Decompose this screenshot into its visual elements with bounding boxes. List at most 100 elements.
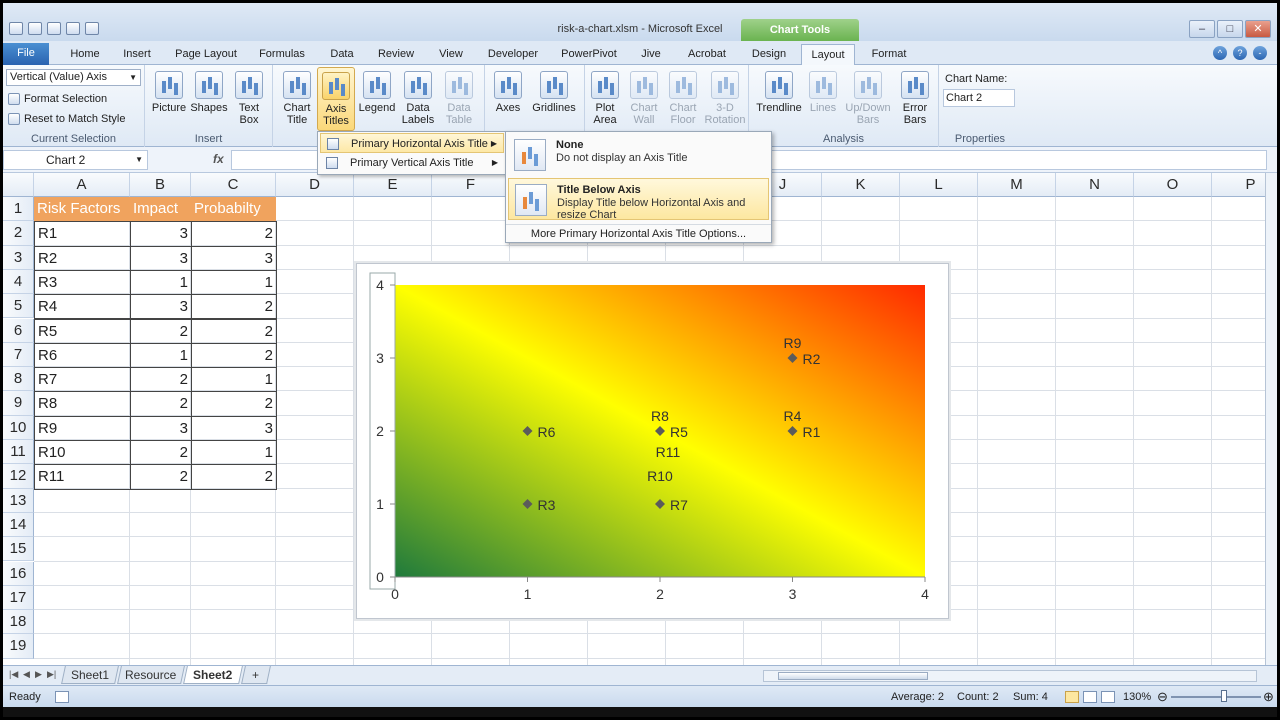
zoom-slider[interactable] — [1171, 696, 1261, 698]
sheet-tab-resource[interactable]: Resource — [117, 666, 185, 684]
table-cell[interactable]: R4 — [34, 294, 131, 320]
column-header[interactable]: A — [34, 173, 130, 197]
chart-wall-button[interactable]: Chart Wall — [625, 71, 663, 126]
x-tick-label[interactable]: 1 — [524, 586, 532, 602]
vertical-scrollbar[interactable] — [1265, 173, 1277, 665]
zoom-in-icon[interactable]: ⊕ — [1263, 689, 1274, 705]
chart-floor-button[interactable]: Chart Floor — [663, 71, 703, 126]
column-header[interactable]: O — [1134, 173, 1212, 197]
column-header[interactable]: B — [130, 173, 191, 197]
table-cell[interactable]: 2 — [130, 367, 192, 393]
table-cell[interactable]: 1 — [130, 269, 192, 296]
more-axis-title-options[interactable]: More Primary Horizontal Axis Title Optio… — [506, 224, 771, 242]
table-cell[interactable]: 1 — [191, 440, 277, 466]
menu-primary-vertical-axis-title[interactable]: Primary Vertical Axis Title ▶ — [320, 153, 504, 173]
data-labels-button[interactable]: Data Labels — [397, 71, 439, 126]
row-header[interactable]: 1 — [3, 197, 34, 222]
row-header[interactable]: 9 — [3, 391, 34, 416]
table-cell[interactable]: 2 — [191, 342, 277, 369]
table-cell[interactable]: 2 — [191, 318, 277, 344]
y-tick-label[interactable]: 0 — [376, 569, 384, 585]
table-cell[interactable]: R5 — [34, 318, 131, 344]
row-header[interactable]: 11 — [3, 440, 34, 465]
row-header[interactable]: 8 — [3, 367, 34, 392]
table-header-cell[interactable]: Probabilty — [191, 197, 276, 221]
gridlines-button[interactable]: Gridlines — [527, 71, 581, 114]
zoom-out-icon[interactable]: ⊖ — [1157, 689, 1168, 705]
row-header[interactable]: 10 — [3, 415, 34, 440]
sheet-tab-sheet1[interactable]: Sheet1 — [61, 666, 119, 684]
tab-acrobat[interactable]: Acrobat — [681, 44, 733, 65]
maximize-button[interactable]: □ — [1217, 20, 1243, 38]
y-tick-label[interactable]: 2 — [376, 423, 384, 439]
close-button[interactable]: ✕ — [1245, 20, 1271, 38]
format-selection-button[interactable]: Format Selection — [8, 91, 107, 107]
plot-area-button[interactable]: Plot Area — [585, 71, 625, 126]
row-header[interactable]: 17 — [3, 585, 34, 611]
tab-view[interactable]: View — [433, 44, 469, 65]
text-box-button[interactable]: Text Box — [233, 71, 265, 126]
table-cell[interactable]: 2 — [191, 294, 277, 320]
table-cell[interactable]: R7 — [34, 367, 131, 393]
picture-button[interactable]: Picture — [151, 71, 187, 114]
tab-powerpivot[interactable]: PowerPivot — [557, 44, 621, 65]
macro-record-icon[interactable] — [55, 691, 69, 703]
row-header[interactable]: 3 — [3, 245, 34, 270]
minimize-ribbon-icon[interactable]: ^ — [1213, 46, 1227, 60]
table-cell[interactable]: R8 — [34, 391, 131, 417]
data-label[interactable]: R3 — [538, 497, 556, 513]
x-tick-label[interactable]: 4 — [921, 586, 929, 602]
option-title-below-axis[interactable]: Title Below Axis Display Title below Hor… — [508, 178, 769, 221]
tab-insert[interactable]: Insert — [117, 44, 157, 65]
row-header[interactable]: 16 — [3, 561, 34, 586]
chart-title-button[interactable]: Chart Title — [277, 71, 317, 126]
page-break-view-icon[interactable] — [1101, 691, 1115, 703]
error-bars-button[interactable]: Error Bars — [895, 71, 935, 126]
table-cell[interactable]: 1 — [191, 367, 277, 393]
row-header[interactable]: 5 — [3, 294, 34, 319]
table-cell[interactable]: 2 — [130, 318, 192, 344]
table-cell[interactable]: 2 — [191, 464, 277, 490]
y-tick-label[interactable]: 1 — [376, 496, 384, 512]
up-down-bars-button[interactable]: Up/Down Bars — [843, 71, 893, 126]
row-header[interactable]: 14 — [3, 512, 34, 538]
minimize-button[interactable]: – — [1189, 20, 1215, 38]
help-icon[interactable]: ? — [1233, 46, 1247, 60]
column-header[interactable]: D — [276, 173, 354, 197]
data-table-button[interactable]: Data Table — [439, 71, 479, 126]
tab-home[interactable]: Home — [65, 44, 105, 65]
table-cell[interactable]: 2 — [191, 391, 277, 417]
column-header[interactable]: F — [432, 173, 510, 197]
zoom-slider-thumb[interactable] — [1221, 690, 1227, 702]
row-header[interactable]: 15 — [3, 537, 34, 562]
axes-button[interactable]: Axes — [489, 71, 527, 114]
row-header[interactable]: 12 — [3, 464, 34, 489]
chart-name-input[interactable]: Chart 2 — [943, 89, 1015, 107]
tab-page-layout[interactable]: Page Layout — [171, 44, 241, 65]
horizontal-scroll-thumb[interactable] — [778, 672, 928, 680]
tab-layout[interactable]: Layout — [801, 44, 855, 66]
table-header-cell[interactable]: Impact — [130, 197, 191, 221]
table-cell[interactable]: R9 — [34, 415, 131, 441]
x-tick-label[interactable]: 2 — [656, 586, 664, 602]
data-label[interactable]: R6 — [538, 424, 556, 440]
tab-design[interactable]: Design — [747, 44, 791, 65]
table-cell[interactable]: 2 — [191, 221, 277, 247]
data-label[interactable]: R2 — [803, 351, 821, 367]
insert-sheet-icon[interactable]: + — [241, 666, 271, 684]
select-all-corner[interactable] — [3, 173, 34, 197]
table-cell[interactable]: 3 — [130, 294, 192, 320]
tab-file[interactable]: File — [3, 43, 49, 65]
data-label[interactable]: R8 — [651, 408, 669, 424]
normal-view-icon[interactable] — [1065, 691, 1079, 703]
table-cell[interactable]: 3 — [130, 415, 192, 441]
risk-scatter-chart[interactable]: 0 1 2 3 4 0 1 2 3 4 R1 R2 R3 R4 R5 R6 R7 R8 R9 R10 R11 — [356, 263, 949, 619]
axis-titles-button[interactable]: Axis Titles — [317, 67, 355, 131]
table-cell[interactable]: 1 — [130, 342, 192, 369]
table-cell[interactable]: 2 — [130, 440, 192, 466]
table-cell[interactable]: R6 — [34, 342, 131, 369]
tab-review[interactable]: Review — [373, 44, 419, 65]
reset-to-match-style-button[interactable]: Reset to Match Style — [8, 111, 126, 127]
table-cell[interactable]: R3 — [34, 269, 131, 296]
prev-sheet-icon[interactable]: ◀ — [23, 669, 30, 680]
